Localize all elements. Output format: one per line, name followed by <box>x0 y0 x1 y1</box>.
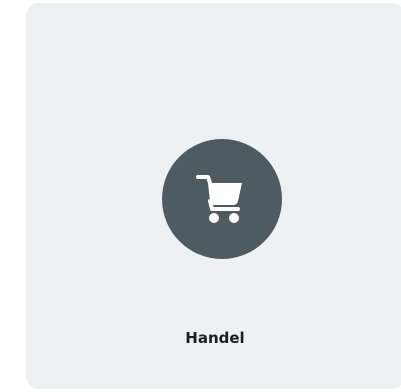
card-label: Handel <box>185 329 245 347</box>
category-card-handel[interactable]: Handel <box>26 3 401 389</box>
shopping-cart-icon <box>162 139 282 259</box>
